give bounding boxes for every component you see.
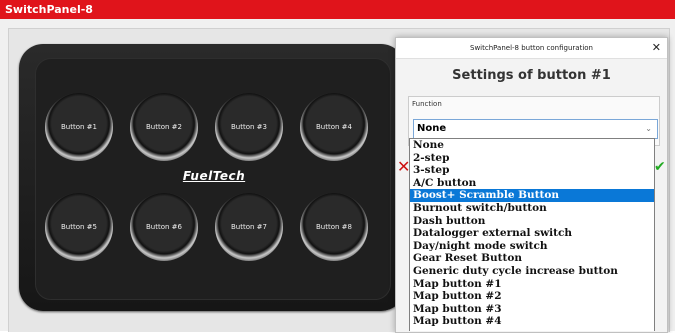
dropdown-option[interactable]: Datalogger external switch [410,227,654,240]
panel-button-6[interactable]: Button #6 [130,193,198,261]
dropdown-option[interactable]: Dash button [410,215,654,228]
function-dropdown-list: None 2-step 3-step A/C button Boost+ Scrambl… [409,138,655,331]
panel-button-label: Button #5 [61,223,97,231]
panel-button-3[interactable]: Button #3 [215,93,283,161]
dropdown-option[interactable]: Map button #3 [410,303,654,316]
dropdown-option[interactable]: 2-step [410,152,654,165]
dropdown-option[interactable]: Map button #2 [410,290,654,303]
panel-button-label: Button #3 [231,123,267,131]
panel-button-label: Button #2 [146,123,182,131]
dropdown-option[interactable]: Generic duty cycle increase button [410,265,654,278]
panel-button-1[interactable]: Button #1 [45,93,113,161]
dropdown-option[interactable]: A/C button [410,177,654,190]
dropdown-option[interactable]: Map button #4 [410,315,654,328]
panel-button-4[interactable]: Button #4 [300,93,368,161]
panel-button-2[interactable]: Button #2 [130,93,198,161]
chevron-down-icon: ⌄ [645,124,652,133]
fueltech-logo: FuelTech [182,169,246,183]
close-icon[interactable]: ✕ [652,40,661,56]
window-title: SwitchPanel-8 [0,0,675,19]
dropdown-option[interactable]: Boost+ Scramble Button [410,189,654,202]
function-select-value: None [417,123,447,134]
panel-button-label: Button #7 [231,223,267,231]
dropdown-option[interactable]: Gear Reset Button [410,252,654,265]
panel-button-label: Button #4 [316,123,352,131]
dropdown-option[interactable]: 3-step [410,164,654,177]
panel-button-7[interactable]: Button #7 [215,193,283,261]
check-icon[interactable]: ✔ [654,159,666,175]
panel-button-8[interactable]: Button #8 [300,193,368,261]
dropdown-option[interactable]: Day/night mode switch [410,240,654,253]
dropdown-option[interactable]: Map button #1 [410,278,654,291]
panel-button-label: Button #1 [61,123,97,131]
dialog-title: SwitchPanel-8 button configuration [396,38,667,59]
panel-button-label: Button #6 [146,223,182,231]
function-select[interactable]: None ⌄ [413,119,658,139]
switchpanel-window: SwitchPanel-8 Button #1 Button #2 Button… [0,0,675,333]
dialog-heading: Settings of button #1 [452,68,611,83]
dropdown-option[interactable]: None [410,139,654,152]
dropdown-option[interactable]: Burnout switch/button [410,202,654,215]
function-label: Function [412,100,442,108]
panel-button-label: Button #8 [316,223,352,231]
panel-button-5[interactable]: Button #5 [45,193,113,261]
